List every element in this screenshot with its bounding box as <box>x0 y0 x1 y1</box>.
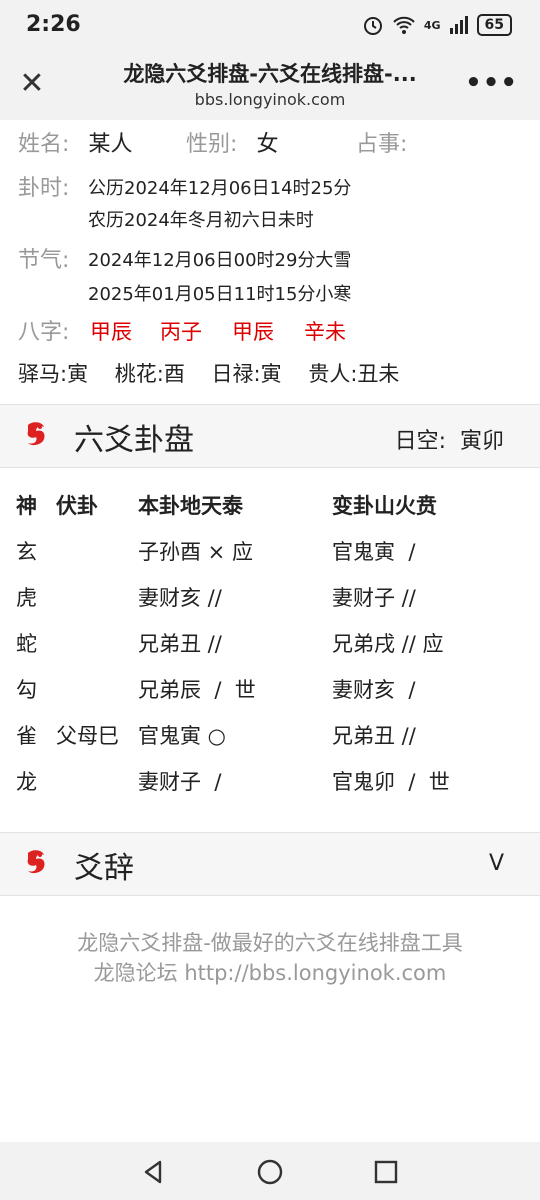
table-row: 蛇 兄弟丑 // 兄弟戌 // 应 <box>0 628 540 668</box>
cell-bengua: 妻财子 / <box>138 770 222 794</box>
cell-bengua: 兄弟丑 // <box>138 632 222 656</box>
jieqi-label: 节气: <box>18 248 70 273</box>
bazi-year: 甲辰 <box>90 320 132 344</box>
yaoci-section-title: 爻辞 <box>74 851 134 886</box>
browser-header: ✕ 龙隐六爻排盘-六爻在线排盘-... bbs.longyinok.com ••… <box>0 52 540 120</box>
gua-section-header[interactable]: 六爻卦盘 日空: 寅卯 <box>0 404 540 468</box>
table-row: 勾 兄弟辰 / 世 妻财亥 / <box>0 674 540 714</box>
back-icon[interactable] <box>140 1158 168 1186</box>
time-solar: 公历2024年12月06日14时25分 <box>88 178 352 199</box>
ri-kong: 日空: 寅卯 <box>394 429 504 454</box>
cell-bengua: 官鬼寅 ○ <box>138 724 226 748</box>
battery-icon: 65 <box>476 14 512 36</box>
cell-biangua: 兄弟戌 // 应 <box>332 632 444 656</box>
home-icon[interactable] <box>256 1158 284 1186</box>
jieqi-2: 2025年01月05日11时15分小寒 <box>88 284 352 305</box>
page-title: 龙隐六爻排盘-六爻在线排盘-... <box>123 62 417 86</box>
bazi-day: 甲辰 <box>232 320 274 344</box>
header-bengua: 本卦地天泰 <box>138 494 243 518</box>
cell-bengua: 妻财亥 // <box>138 586 222 610</box>
network-label: 4G <box>423 18 441 32</box>
info-row-gender: 性别: 女 <box>186 126 279 158</box>
info-row-matter: 占事: <box>356 126 407 158</box>
bazi-label: 八字: <box>18 320 70 345</box>
header-biangua: 变卦山火贲 <box>332 494 437 518</box>
time-label-text: 卦时: <box>18 176 70 201</box>
cell-shen: 虎 <box>16 586 37 610</box>
wifi-icon <box>393 16 415 34</box>
cell-biangua: 官鬼卯 / 世 <box>332 770 450 794</box>
cell-biangua: 妻财子 // <box>332 586 416 610</box>
system-nav-bar <box>0 1142 540 1200</box>
name-label: 姓名: <box>18 132 70 157</box>
footer-link[interactable]: 龙隐论坛 http://bbs.longyinok.com <box>0 958 540 988</box>
yaoci-section-header[interactable]: 爻辞 V <box>0 832 540 896</box>
name-value: 某人 <box>88 132 133 157</box>
bazi-hour: 辛未 <box>304 320 346 344</box>
cell-shen: 玄 <box>16 540 37 564</box>
bazi-month: 丙子 <box>160 320 202 344</box>
header-shen: 神 <box>16 494 37 518</box>
dragon-logo-icon <box>27 850 45 874</box>
page-url: bbs.longyinok.com <box>194 90 346 109</box>
table-row: 虎 妻财亥 // 妻财子 // <box>0 582 540 622</box>
status-bar: 2:26 4G 65 <box>0 0 540 52</box>
close-icon[interactable]: ✕ <box>16 68 48 100</box>
time-lunar: 农历2024年冬月初六日未时 <box>88 210 314 231</box>
dragon-logo-icon <box>27 422 45 446</box>
site-footer: 龙隐六爻排盘-做最好的六爻在线排盘工具 龙隐论坛 http://bbs.long… <box>0 928 540 988</box>
shensha-line: 驿马:寅 桃花:酉 日禄:寅 贵人:丑未 <box>18 362 400 386</box>
cell-shen: 雀 <box>16 724 37 748</box>
status-icons: 4G 65 <box>362 14 512 36</box>
info-row-basic: 姓名: 某人 <box>18 126 133 158</box>
cell-fugua: 父母巳 <box>56 724 119 748</box>
expand-toggle[interactable]: V <box>489 851 504 876</box>
recents-icon[interactable] <box>372 1158 400 1186</box>
gender-value: 女 <box>256 132 279 157</box>
cell-shen: 龙 <box>16 770 37 794</box>
more-options-icon[interactable]: ••• <box>465 68 518 98</box>
cell-bengua: 子孙酉 × 应 <box>138 540 253 564</box>
header-fugua: 伏卦 <box>56 494 98 518</box>
cell-shen: 蛇 <box>16 632 37 656</box>
matter-label: 占事: <box>356 132 408 157</box>
table-row: 雀 父母巳 官鬼寅 ○ 兄弟丑 // <box>0 720 540 760</box>
table-row: 玄 子孙酉 × 应 官鬼寅 / <box>0 536 540 576</box>
gua-section-title: 六爻卦盘 <box>74 423 194 458</box>
jieqi-1: 2024年12月06日00时29分大雪 <box>88 250 352 271</box>
alarm-icon <box>363 17 382 35</box>
cell-shen: 勾 <box>16 678 37 702</box>
cell-biangua: 妻财亥 / <box>332 678 416 702</box>
gender-label: 性别: <box>186 132 238 157</box>
table-header: 神 伏卦 本卦地天泰 变卦山火贲 <box>0 490 540 530</box>
cell-biangua: 官鬼寅 / <box>332 540 416 564</box>
footer-slogan: 龙隐六爻排盘-做最好的六爻在线排盘工具 <box>77 931 463 955</box>
status-time: 2:26 <box>26 12 81 37</box>
cell-bengua: 兄弟辰 / 世 <box>138 678 256 702</box>
table-row: 龙 妻财子 / 官鬼卯 / 世 <box>0 766 540 806</box>
cell-biangua: 兄弟丑 // <box>332 724 416 748</box>
signal-icon <box>449 16 468 34</box>
